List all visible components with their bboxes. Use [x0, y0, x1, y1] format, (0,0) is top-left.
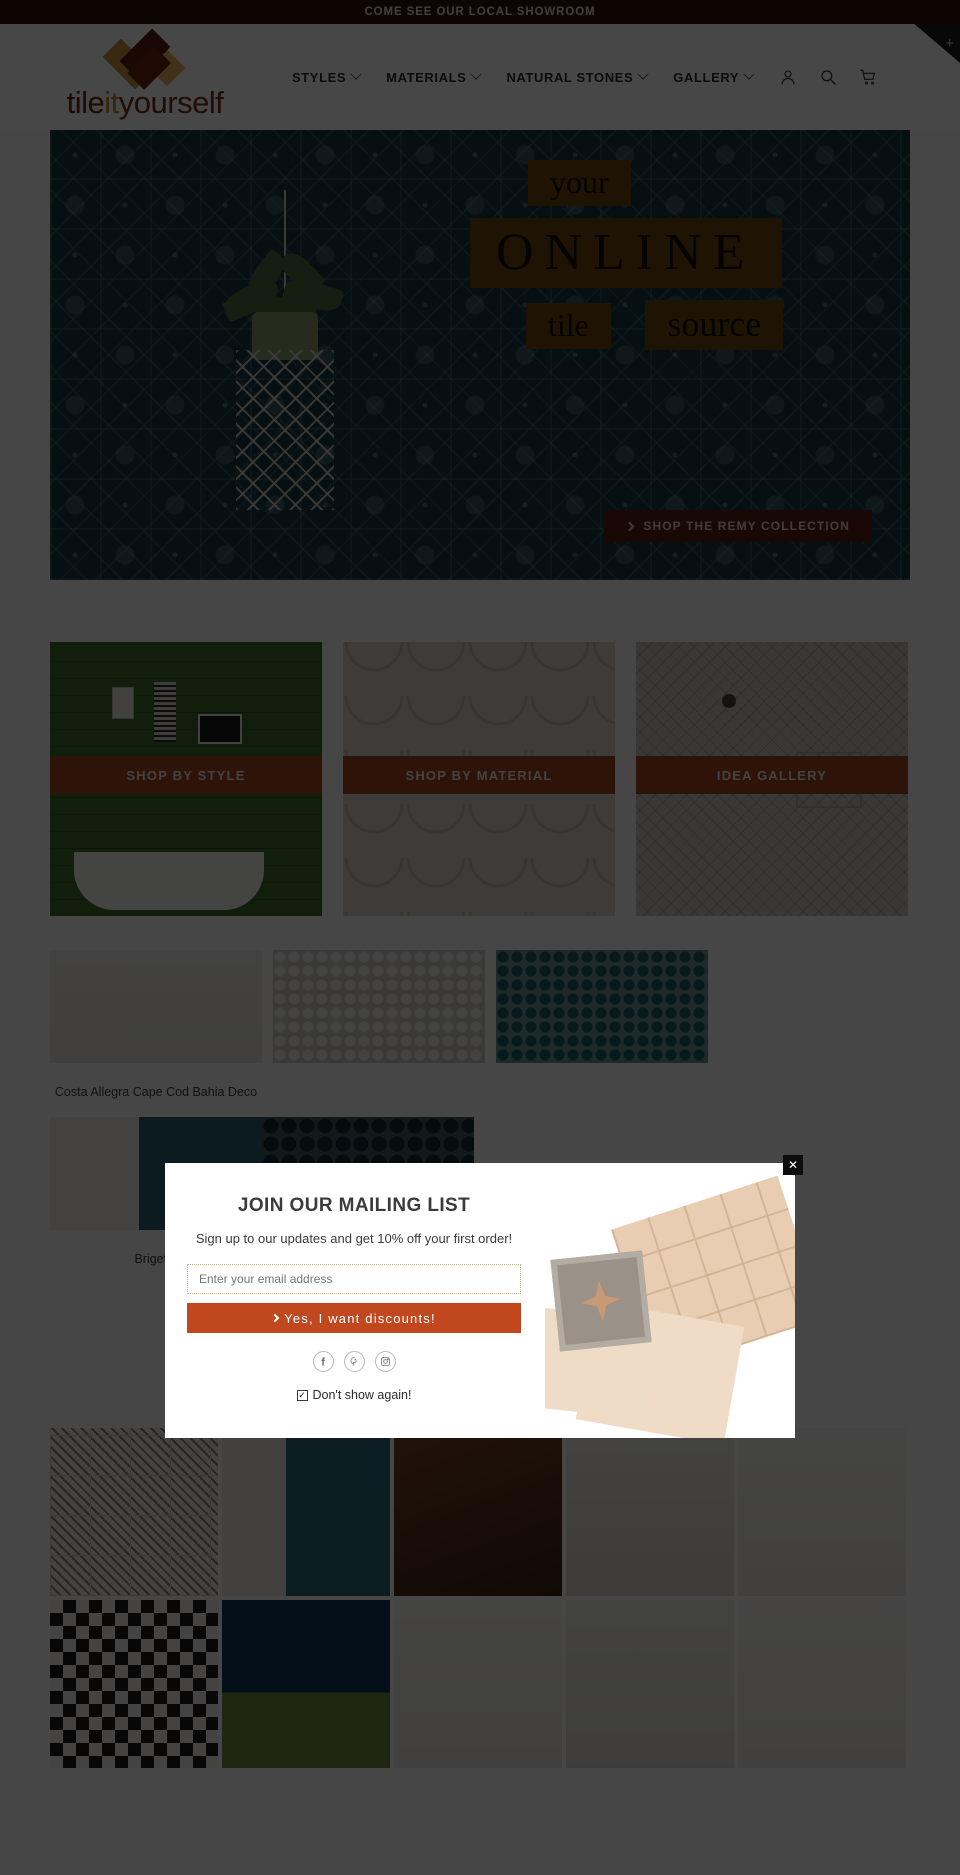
newsletter-title: JOIN OUR MAILING LIST — [237, 1195, 471, 1216]
modal-overlay[interactable] — [0, 0, 960, 1875]
newsletter-modal: JOIN OUR MAILING LIST Sign up to our upd… — [165, 1163, 795, 1438]
tile-sample-decorative — [550, 1250, 652, 1352]
instagram-icon[interactable] — [374, 1351, 396, 1372]
dont-show-again-label: Don't show again! — [312, 1388, 412, 1402]
close-icon[interactable]: ✕ — [783, 1155, 803, 1175]
pinterest-icon[interactable] — [343, 1351, 365, 1372]
chevron-right-icon — [270, 1313, 280, 1323]
newsletter-subtitle: Sign up to our updates and get 10% off y… — [195, 1231, 513, 1246]
social-links — [187, 1351, 521, 1372]
newsletter-modal-body: JOIN OUR MAILING LIST Sign up to our upd… — [165, 1163, 545, 1438]
email-input[interactable] — [187, 1264, 521, 1294]
dont-show-again-checkbox[interactable]: ✓ Don't show again! — [187, 1388, 521, 1402]
subscribe-button[interactable]: Yes, I want discounts! — [187, 1303, 521, 1333]
subscribe-button-label: Yes, I want discounts! — [284, 1310, 436, 1326]
facebook-icon[interactable] — [312, 1351, 334, 1372]
checkbox-checked-icon: ✓ — [296, 1389, 308, 1401]
newsletter-modal-image — [545, 1163, 795, 1438]
